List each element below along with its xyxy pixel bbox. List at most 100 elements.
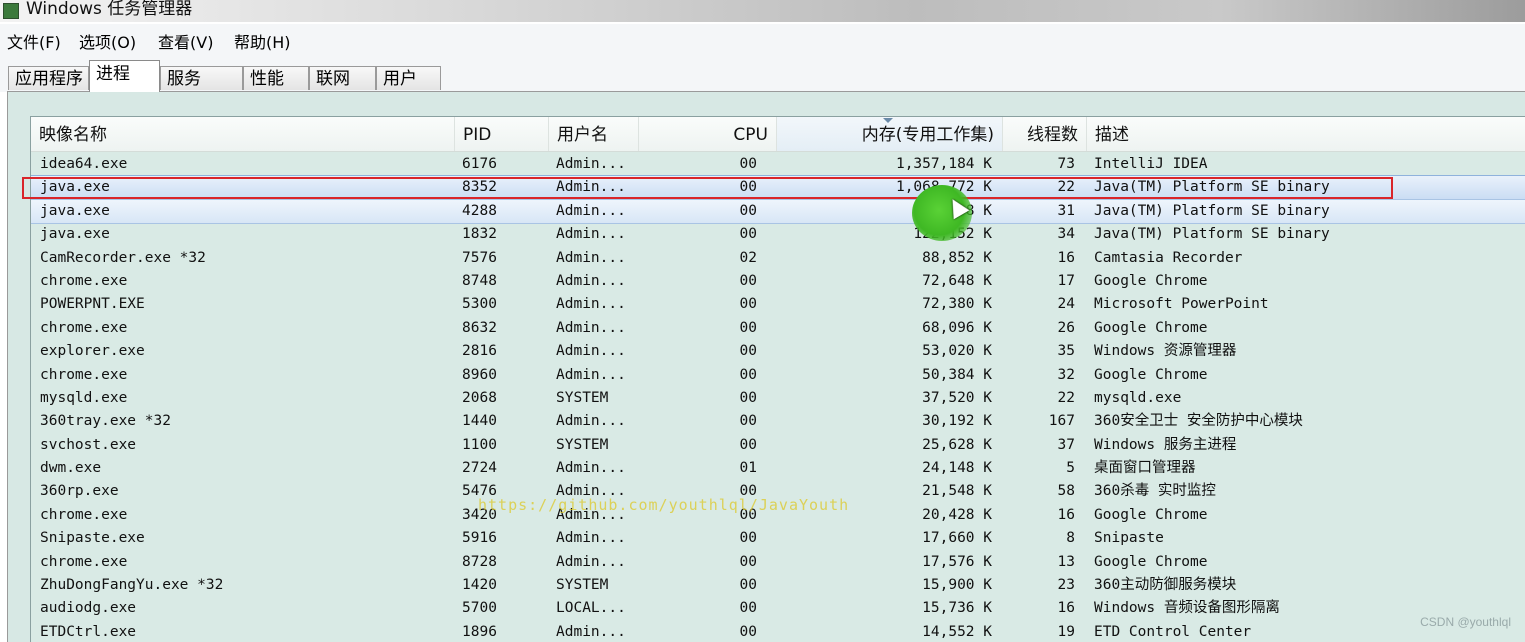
process-row[interactable]: Snipaste.exe 5916 Admin... 00 17,660 K 8 Snipa… [31, 527, 1525, 550]
process-cpu: 02 [739, 249, 757, 266]
process-row[interactable]: ETDCtrl.exe 1896 Admin... 00 14,552 K 19 ETD C… [31, 621, 1525, 642]
process-name: ZhuDongFangYu.exe *32 [40, 577, 224, 594]
process-description: 360杀毒 实时监控 [1094, 483, 1216, 500]
process-cpu: 00 [739, 389, 757, 406]
process-row[interactable]: audiodg.exe 5700 LOCAL... 00 15,736 K 16 Windo… [31, 597, 1525, 620]
process-memory: 88,852 K [922, 249, 992, 266]
process-description: Google Chrome [1094, 506, 1208, 523]
process-cpu: 00 [739, 553, 757, 570]
process-pid: 8748 [462, 272, 497, 289]
process-row[interactable]: 360tray.exe *32 1440 Admin... 00 30,192 K 167… [31, 410, 1525, 433]
process-user: Admin... [556, 319, 626, 336]
process-row[interactable]: ZhuDongFangYu.exe *32 1420 SYSTEM 00 15,900 … [31, 574, 1525, 597]
process-threads: 32 [1057, 366, 1075, 383]
process-name: audiodg.exe [40, 600, 137, 617]
process-threads: 16 [1057, 249, 1075, 266]
column-header-threads[interactable]: 线程数 [1003, 117, 1087, 151]
tab-strip: 应用程序 进程 服务 性能 联网 用户 [0, 56, 1525, 92]
process-memory: 25,628 K [922, 436, 992, 453]
process-pid: 2068 [462, 389, 497, 406]
process-pid: 5916 [462, 530, 497, 547]
process-user: Admin... [556, 530, 626, 547]
window-titlebar: Windows 任务管理器 [0, 0, 1525, 22]
process-row[interactable]: mysqld.exe 2068 SYSTEM 00 37,520 K 22 mysqld.e… [31, 387, 1525, 410]
process-row[interactable]: POWERPNT.EXE 5300 Admin... 00 72,380 K 24 Micr… [31, 293, 1525, 316]
process-list[interactable]: 映像名称 PID 用户名 CPU 内存(专用工作集) 线程数 描述 idea64… [30, 116, 1525, 642]
tab-processes[interactable]: 进程 [89, 60, 160, 92]
tab-performance[interactable]: 性能 [243, 66, 309, 90]
process-description: Google Chrome [1094, 553, 1208, 570]
process-row[interactable]: idea64.exe 6176 Admin... 00 1,357,184 K 73 Int… [31, 153, 1525, 176]
process-description: Snipaste [1094, 530, 1164, 547]
menu-file[interactable]: 文件(F) [7, 29, 61, 53]
process-description: Java(TM) Platform SE binary [1094, 226, 1330, 243]
tab-users[interactable]: 用户 [376, 66, 441, 90]
process-cpu: 00 [739, 156, 757, 172]
process-row[interactable]: java.exe4288Admin...00201,??8 K31Java(TM… [31, 198, 1525, 225]
column-header-name[interactable]: 映像名称 [31, 117, 455, 151]
process-user: Admin... [556, 460, 626, 477]
process-user: Admin... [556, 156, 626, 172]
process-threads: 22 [1057, 389, 1075, 406]
process-pid: 4288 [462, 202, 497, 219]
menu-view[interactable]: 查看(V) [158, 29, 213, 53]
process-row[interactable]: dwm.exe 2724 Admin... 01 24,148 K 5 桌面窗口管理器 [31, 457, 1525, 480]
process-row[interactable]: svchost.exe 1100 SYSTEM 00 25,628 K 37 Windows… [31, 434, 1525, 457]
process-threads: 35 [1057, 343, 1075, 360]
column-header-memory[interactable]: 内存(专用工作集) [777, 117, 1003, 151]
process-user: Admin... [556, 249, 626, 266]
process-threads: 8 [1066, 530, 1075, 547]
process-description: Java(TM) Platform SE binary [1094, 179, 1330, 196]
process-row[interactable]: chrome.exe 8728 Admin... 00 17,576 K 13 Google… [31, 551, 1525, 574]
process-row[interactable]: chrome.exe 8960 Admin... 00 50,384 K 32 Google… [31, 364, 1525, 387]
process-description: mysqld.exe [1094, 389, 1182, 406]
process-threads: 22 [1057, 179, 1075, 196]
process-description: Google Chrome [1094, 319, 1208, 336]
process-memory: 14,552 K [922, 623, 992, 640]
menu-help[interactable]: 帮助(H) [234, 29, 291, 53]
process-memory: 15,736 K [922, 600, 992, 617]
tab-applications[interactable]: 应用程序 [8, 66, 89, 90]
process-threads: 167 [1048, 413, 1075, 430]
process-name: chrome.exe [40, 553, 128, 570]
process-row[interactable]: java.exe1832Admin...00122,152 K34Java(TM… [31, 223, 1525, 246]
sort-descending-icon [883, 118, 893, 123]
column-header-user[interactable]: 用户名 [549, 117, 639, 151]
process-cpu: 00 [739, 319, 757, 336]
process-row[interactable]: chrome.exe 8632 Admin... 00 68,096 K 26 Google… [31, 317, 1525, 340]
column-header-cpu[interactable]: CPU [639, 117, 777, 151]
process-name: 360tray.exe *32 [40, 413, 171, 430]
process-threads: 16 [1057, 600, 1075, 617]
process-threads: 16 [1057, 506, 1075, 523]
process-description: Windows 资源管理器 [1094, 343, 1237, 360]
process-threads: 5 [1066, 460, 1075, 477]
process-cpu: 00 [739, 366, 757, 383]
column-header-description[interactable]: 描述 [1087, 117, 1525, 151]
process-threads: 17 [1057, 272, 1075, 289]
tab-networking[interactable]: 联网 [309, 66, 376, 90]
menu-bar: 文件(F) 选项(O) 查看(V) 帮助(H) [0, 24, 1525, 57]
process-row[interactable]: CamRecorder.exe *32 7576 Admin... 02 88,852 … [31, 247, 1525, 270]
process-user: Admin... [556, 366, 626, 383]
process-description: Camtasia Recorder [1094, 249, 1243, 266]
process-pid: 5300 [462, 296, 497, 313]
process-threads: 37 [1057, 436, 1075, 453]
process-row[interactable]: explorer.exe 2816 Admin... 00 53,020 K 35 Wind… [31, 340, 1525, 363]
process-row[interactable]: java.exe8352Admin...001,068,772 K22Java(… [31, 175, 1525, 201]
process-name: mysqld.exe [40, 389, 128, 406]
process-pid: 2816 [462, 343, 497, 360]
process-description: 360安全卫士 安全防护中心模块 [1094, 413, 1303, 430]
column-header-pid[interactable]: PID [455, 117, 549, 151]
process-description: Windows 服务主进程 [1094, 436, 1237, 453]
process-cpu: 00 [739, 577, 757, 594]
process-name: chrome.exe [40, 272, 128, 289]
process-name: java.exe [40, 202, 110, 219]
menu-options[interactable]: 选项(O) [79, 29, 136, 53]
process-name: chrome.exe [40, 506, 128, 523]
process-cpu: 00 [739, 343, 757, 360]
process-memory: 1,357,184 K [895, 156, 992, 172]
process-name: chrome.exe [40, 366, 128, 383]
process-memory: 72,380 K [922, 296, 992, 313]
tab-services[interactable]: 服务 [160, 66, 243, 90]
process-row[interactable]: chrome.exe 8748 Admin... 00 72,648 K 17 Google… [31, 270, 1525, 293]
